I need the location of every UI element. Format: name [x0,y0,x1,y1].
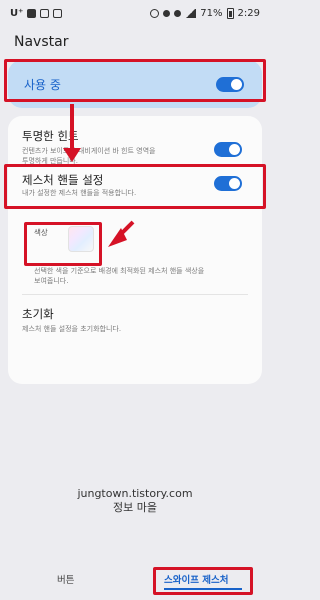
signal-icon [185,8,197,18]
watermark-url: jungtown.tistory.com [77,487,193,500]
annotation-frame-swipe-tab [153,567,253,595]
annotation-frame-color [24,222,102,266]
clock: 2:29 [237,7,260,19]
carrier-label: U⁺ [10,7,24,19]
status-right: 71% 2:29 [150,7,260,19]
toggle-knob [229,144,240,155]
annotation-frame-in-use [4,59,266,102]
reset-desc: 제스처 핸들 설정을 초기화합니다. [22,325,122,333]
reset-row[interactable]: 초기화 제스처 핸들 설정을 초기화합니다. [8,302,262,342]
color-desc-line1: 선택한 색을 기준으로 배경에 최적화된 제스처 핸들 색상을 [34,267,205,275]
wifi-icon [174,9,182,17]
reset-title: 초기화 [22,307,54,321]
battery-percent: 71% [200,7,223,19]
tab-button[interactable]: 버튼 [57,572,74,586]
mute-icon [163,9,171,17]
page-title: Navstar [14,34,69,50]
watermark-name: 정보 마을 [113,501,157,514]
annotation-frame-gesture-handle [4,164,266,209]
battery-icon [226,7,234,19]
status-bar: U⁺ 71% 2:29 [0,0,270,26]
message-icon [27,8,37,18]
alarm-icon [150,8,160,18]
divider [22,294,248,295]
transparent-hint-title: 투명한 힌트 [22,129,79,143]
notification-icon [40,8,50,18]
gallery-icon [53,8,63,18]
status-left: U⁺ [10,7,63,19]
transparent-hint-toggle[interactable] [214,142,242,157]
transparent-hint-row[interactable]: 투명한 힌트 컨텐츠가 보이도록 내비게이션 바 힌트 영역을 투명하게 만듭니… [8,116,262,166]
color-desc-line2: 보여줍니다. [34,277,69,285]
transparent-hint-desc-line1: 컨텐츠가 보이도록 내비게이션 바 힌트 영역을 [22,147,156,155]
